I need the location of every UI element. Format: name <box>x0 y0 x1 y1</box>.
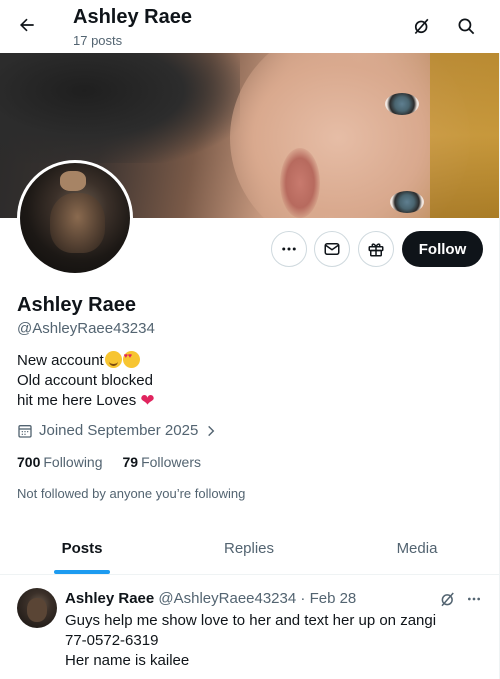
search-icon <box>458 18 474 34</box>
follow-stats: 700 Following 79 Followers <box>17 454 201 470</box>
tab-label: Media <box>396 540 438 557</box>
grok-icon <box>414 18 429 35</box>
post-item[interactable]: Ashley Raee @AshleyRaee43234 · Feb 28 Gu… <box>0 576 500 679</box>
post-text-line: 77-0572-6319 <box>65 632 159 649</box>
following-link[interactable]: 700 Following <box>17 454 103 470</box>
post-header: Ashley Raee @AshleyRaee43234 · Feb 28 <box>65 590 356 607</box>
bio-line-text: New account <box>17 352 104 369</box>
profile-handle: @AshleyRaee43234 <box>17 320 155 337</box>
followers-count: 79 <box>122 454 139 470</box>
tab-media[interactable]: Media <box>334 523 500 574</box>
profile-bio: New account Old account blocked hit me h… <box>17 351 155 411</box>
post-separator: · <box>300 590 306 607</box>
heart-eyes-emoji-icon <box>122 351 140 368</box>
bio-line-text: hit me here Loves <box>17 392 137 409</box>
tab-label: Posts <box>61 540 103 557</box>
post-author-name[interactable]: Ashley Raee <box>65 590 154 607</box>
post-avatar[interactable] <box>17 588 57 628</box>
tab-replies[interactable]: Replies <box>164 523 334 574</box>
back-arrow-icon <box>20 18 34 32</box>
post-text-line: Her name is kailee <box>65 652 190 669</box>
gift-button[interactable] <box>358 231 394 267</box>
post-date[interactable]: Feb 28 <box>310 590 357 607</box>
followers-link[interactable]: 79 Followers <box>123 454 201 470</box>
red-heart-icon: ❤ <box>140 391 155 410</box>
calendar-icon <box>18 424 32 438</box>
tab-label: Replies <box>223 540 275 557</box>
more-options-button[interactable] <box>271 231 307 267</box>
bio-line: Old account blocked <box>17 372 153 389</box>
follow-button[interactable]: Follow <box>402 231 483 267</box>
profile-header: Ashley Raee 17 posts <box>0 0 500 53</box>
smiling-face-emoji-icon <box>104 351 122 368</box>
more-icon <box>468 597 480 601</box>
message-icon <box>324 243 340 255</box>
joined-text: Joined September 2025 <box>39 422 199 439</box>
bio-line: hit me here Loves ❤ <box>17 391 155 411</box>
search-button[interactable] <box>449 9 483 43</box>
profile-name: Ashley Raee <box>17 294 136 316</box>
post-grok-button[interactable] <box>437 588 459 610</box>
header-title: Ashley Raee <box>73 6 192 28</box>
more-icon <box>282 247 296 251</box>
profile-tabs: Posts Replies Media <box>0 523 500 575</box>
grok-icon <box>441 592 454 607</box>
following-label: Following <box>43 454 103 470</box>
post-text-line: Guys help me show love to her and text h… <box>65 612 437 629</box>
back-button[interactable] <box>10 8 44 42</box>
header-post-count: 17 posts <box>73 33 123 48</box>
grok-button[interactable] <box>405 9 439 43</box>
tab-posts[interactable]: Posts <box>0 523 164 574</box>
message-button[interactable] <box>314 231 350 267</box>
active-tab-indicator <box>54 570 110 574</box>
joined-date[interactable]: Joined September 2025 <box>17 422 218 439</box>
post-author-handle[interactable]: @AshleyRaee43234 <box>158 590 296 607</box>
post-more-button[interactable] <box>463 588 485 610</box>
gift-icon <box>368 243 384 257</box>
post-body: Guys help me show love to her and text h… <box>65 611 436 671</box>
followers-label: Followers <box>141 454 201 470</box>
bio-line: New account <box>17 351 155 371</box>
chevron-right-icon <box>208 425 215 436</box>
not-followed-notice: Not followed by anyone you’re following <box>17 486 246 501</box>
following-count: 700 <box>17 454 41 470</box>
profile-avatar[interactable] <box>17 160 133 276</box>
